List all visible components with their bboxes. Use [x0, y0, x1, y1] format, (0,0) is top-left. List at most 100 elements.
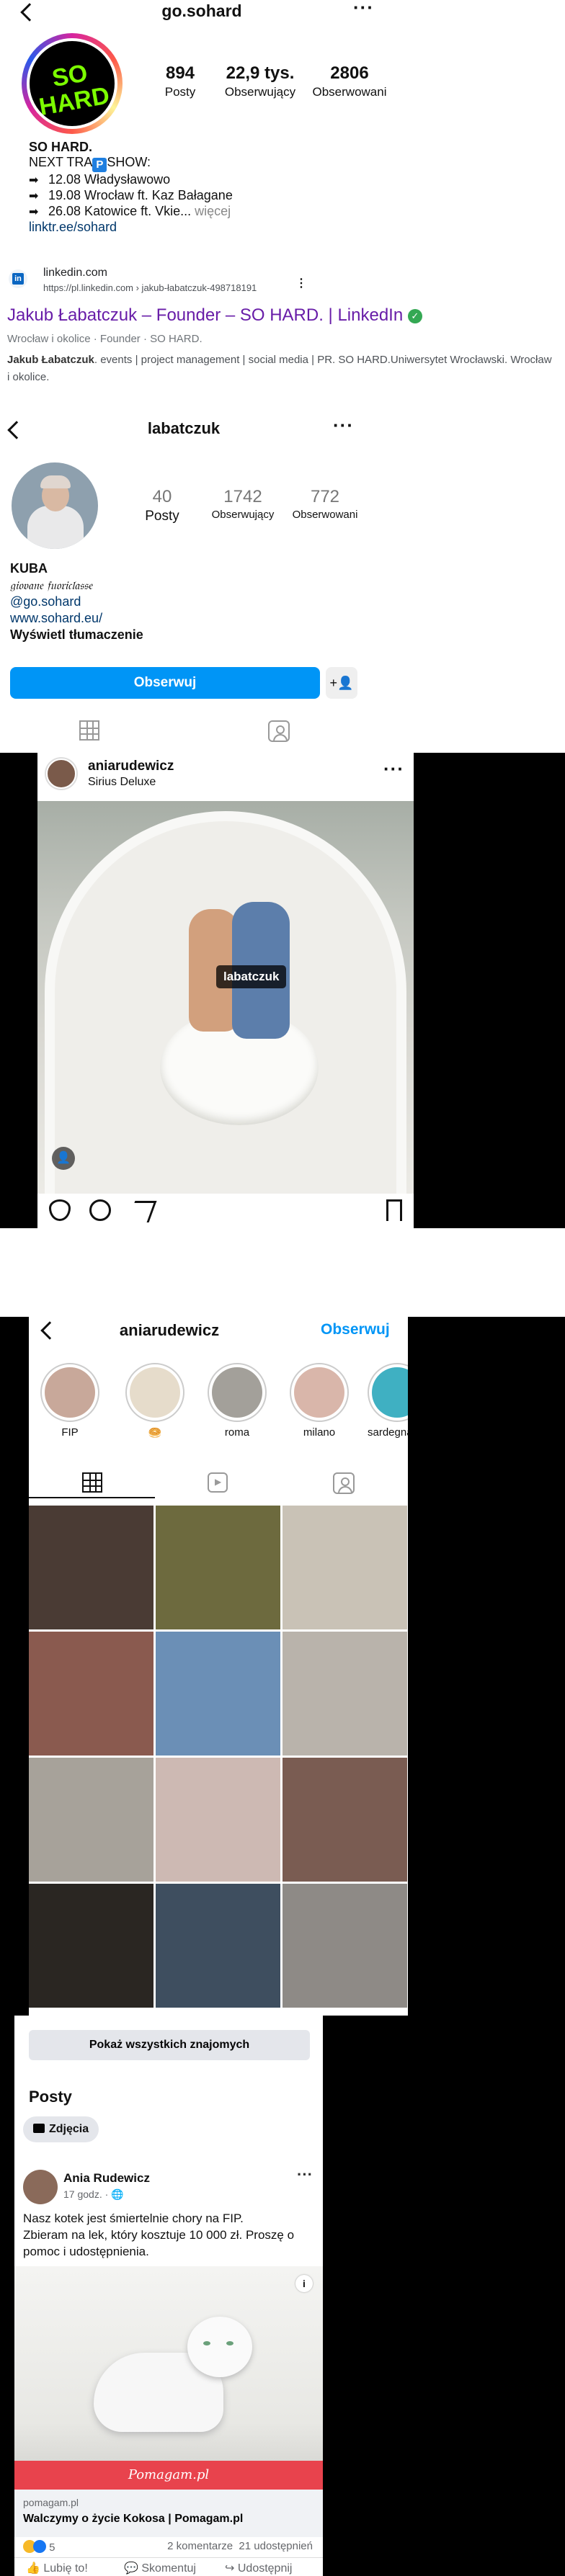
grid-post[interactable]	[282, 1758, 407, 1882]
snippet-bold: Jakub Łabatczuk	[7, 354, 94, 366]
translate-link[interactable]: Wyświetl tłumaczenie	[10, 627, 143, 643]
comment-count[interactable]: 2 komentarze	[167, 2540, 233, 2552]
bio-website[interactable]: www.sohard.eu/	[10, 610, 143, 627]
more-link[interactable]: więcej	[195, 204, 231, 218]
photo-icon	[33, 2124, 45, 2133]
highlight[interactable]: FIP	[37, 1363, 102, 1439]
grid-post[interactable]	[29, 1632, 154, 1756]
link-preview-image[interactable]: i Pomagam.pl	[14, 2266, 323, 2490]
grid-post[interactable]	[156, 1506, 280, 1629]
more-options-icon[interactable]: ···	[333, 416, 354, 434]
posts-label: Posty	[164, 85, 196, 99]
highlight-label: 🥯	[148, 1427, 162, 1439]
grid-post[interactable]	[29, 1506, 154, 1629]
like-button[interactable]: 👍 Lubię to!	[26, 2561, 88, 2575]
share-icon[interactable]	[127, 1201, 157, 1222]
post-location[interactable]: Sirius Deluxe	[88, 776, 156, 789]
posts-count: 40	[152, 487, 172, 506]
post-text: Nasz kotek jest śmiertelnie chory na FIP…	[23, 2210, 319, 2260]
profile-labatczuk: labatczuk ··· 40 Posty 1742 Obserwujący …	[0, 403, 565, 749]
grid-icon[interactable]	[79, 720, 99, 741]
posts-stat[interactable]: 40 Posty	[137, 487, 187, 524]
highlight[interactable]: roma	[205, 1363, 270, 1439]
post-more-icon[interactable]: ···	[383, 759, 404, 778]
post-author[interactable]: Ania Rudewicz	[63, 2171, 150, 2186]
bio-link[interactable]: linktr.ee/sohard	[29, 220, 389, 235]
post-time[interactable]: 17 godz. · 🌐	[63, 2188, 124, 2201]
event-text: 19.08 Wrocław ft. Kaz Bałagane	[48, 188, 233, 202]
result-title[interactable]: Jakub Łabatczuk – Founder – SO HARD. | L…	[7, 305, 422, 326]
highlight-label: roma	[224, 1426, 250, 1439]
follow-button[interactable]: Obserwuj	[10, 667, 320, 699]
posts-label: Posty	[145, 509, 179, 524]
bio-mention[interactable]: @go.sohard	[10, 594, 143, 610]
follow-button[interactable]: Obserwuj	[321, 1321, 390, 1338]
avatar[interactable]: SO HARD	[27, 38, 117, 129]
bio-event: ➡ 12.08 Władysławowo	[29, 172, 389, 188]
info-icon[interactable]: i	[295, 2275, 313, 2292]
profile-go-sohard: go.sohard ··· SO HARD 894 Posty 22,9 tys…	[0, 0, 565, 259]
post-photo[interactable]: labatczuk 👤	[37, 801, 414, 1194]
post-author[interactable]: aniarudewicz	[88, 759, 174, 774]
followers-label: Obserwujący	[211, 509, 275, 521]
followers-stat[interactable]: 1742 Obserwujący	[203, 487, 282, 521]
grid-post[interactable]	[156, 1758, 280, 1882]
bio: KUBA 𝔤𝔦𝔬𝔳𝔞𝔫𝔢 𝔣𝔲𝔬𝔯𝔦𝔠𝔩𝔞𝔰𝔰𝔢 @go.sohard www.…	[10, 560, 143, 643]
profile-username: labatczuk	[147, 419, 221, 437]
grid-post[interactable]	[29, 1884, 154, 2008]
tagged-icon[interactable]	[333, 1472, 355, 1494]
soon-arrow-icon: ➡	[29, 174, 39, 187]
comment-button[interactable]: 💬 Skomentuj	[124, 2561, 196, 2575]
grid-post[interactable]	[156, 1632, 280, 1756]
add-person-icon[interactable]: +👤	[326, 667, 357, 699]
photos-chip[interactable]: Zdjęcia	[23, 2116, 99, 2142]
grid-post[interactable]	[282, 1632, 407, 1756]
tagged-icon[interactable]	[268, 720, 290, 742]
bio-event: ➡ 26.08 Katowice ft. Vkie... więcej	[29, 204, 389, 220]
link-preview[interactable]: pomagam.pl Walczymy o życie Kokosa | Pom…	[14, 2490, 323, 2537]
bio-headline-b: SHOW:	[107, 155, 151, 169]
more-options-icon[interactable]: ···	[353, 0, 374, 17]
highlight[interactable]: 🥯	[123, 1363, 187, 1439]
verified-icon: ✓	[407, 309, 422, 323]
post-author-avatar[interactable]	[23, 2170, 58, 2204]
grid-post[interactable]	[282, 1506, 407, 1629]
comment-icon[interactable]	[89, 1199, 111, 1221]
reels-icon[interactable]	[208, 1472, 228, 1493]
reaction-summary[interactable]: 5	[23, 2540, 55, 2554]
all-friends-button[interactable]: Pokaż wszystkich znajomych	[29, 2030, 310, 2060]
link-domain: pomagam.pl	[23, 2497, 79, 2508]
avatar[interactable]	[12, 462, 98, 549]
like-reaction-icon	[33, 2540, 46, 2553]
share-button[interactable]: ↪ Udostępnij	[225, 2561, 292, 2575]
post-text-line: Zbieram na lek, który kosztuje 10 000 zł…	[23, 2228, 295, 2258]
highlight-label: milano	[303, 1426, 336, 1439]
grid-post[interactable]	[282, 1884, 407, 2008]
tagged-users-icon[interactable]: 👤	[52, 1147, 75, 1170]
highlight[interactable]: sardegna	[368, 1363, 408, 1439]
result-title-text[interactable]: Jakub Łabatczuk – Founder – SO HARD. | L…	[7, 305, 403, 325]
profile-username: go.sohard	[161, 1, 242, 20]
grid-post[interactable]	[29, 1758, 154, 1882]
reaction-count: 5	[49, 2541, 55, 2554]
result-more-icon[interactable]: ⋮	[295, 277, 308, 291]
photos-chip-label: Zdjęcia	[49, 2123, 89, 2135]
bio-headline-a: NEXT TRA	[29, 155, 93, 169]
save-icon[interactable]	[386, 1199, 402, 1221]
engagement-counts[interactable]: 2 komentarze 21 udostępnień	[167, 2540, 313, 2552]
like-icon[interactable]	[49, 1199, 71, 1221]
following-label: Obserwowani	[312, 85, 387, 99]
highlight-label: sardegna	[368, 1426, 408, 1439]
highlight[interactable]: milano	[287, 1363, 352, 1439]
following-stat[interactable]: 2806 Obserwowani	[310, 63, 389, 99]
following-stat[interactable]: 772 Obserwowani	[285, 487, 365, 521]
post-more-icon[interactable]: ···	[297, 2165, 313, 2184]
user-tag[interactable]: labatczuk	[216, 965, 287, 988]
grid-post[interactable]	[156, 1884, 280, 2008]
post-author-avatar[interactable]	[46, 759, 76, 789]
posts-stat[interactable]: 894 Posty	[151, 63, 209, 99]
facebook-panel: Pokaż wszystkich znajomych Posty Zdjęcia…	[14, 2016, 323, 2576]
followers-stat[interactable]: 22,9 tys. Obserwujący	[221, 63, 300, 99]
share-count[interactable]: 21 udostępnień	[239, 2540, 313, 2552]
grid-icon[interactable]	[82, 1472, 102, 1493]
